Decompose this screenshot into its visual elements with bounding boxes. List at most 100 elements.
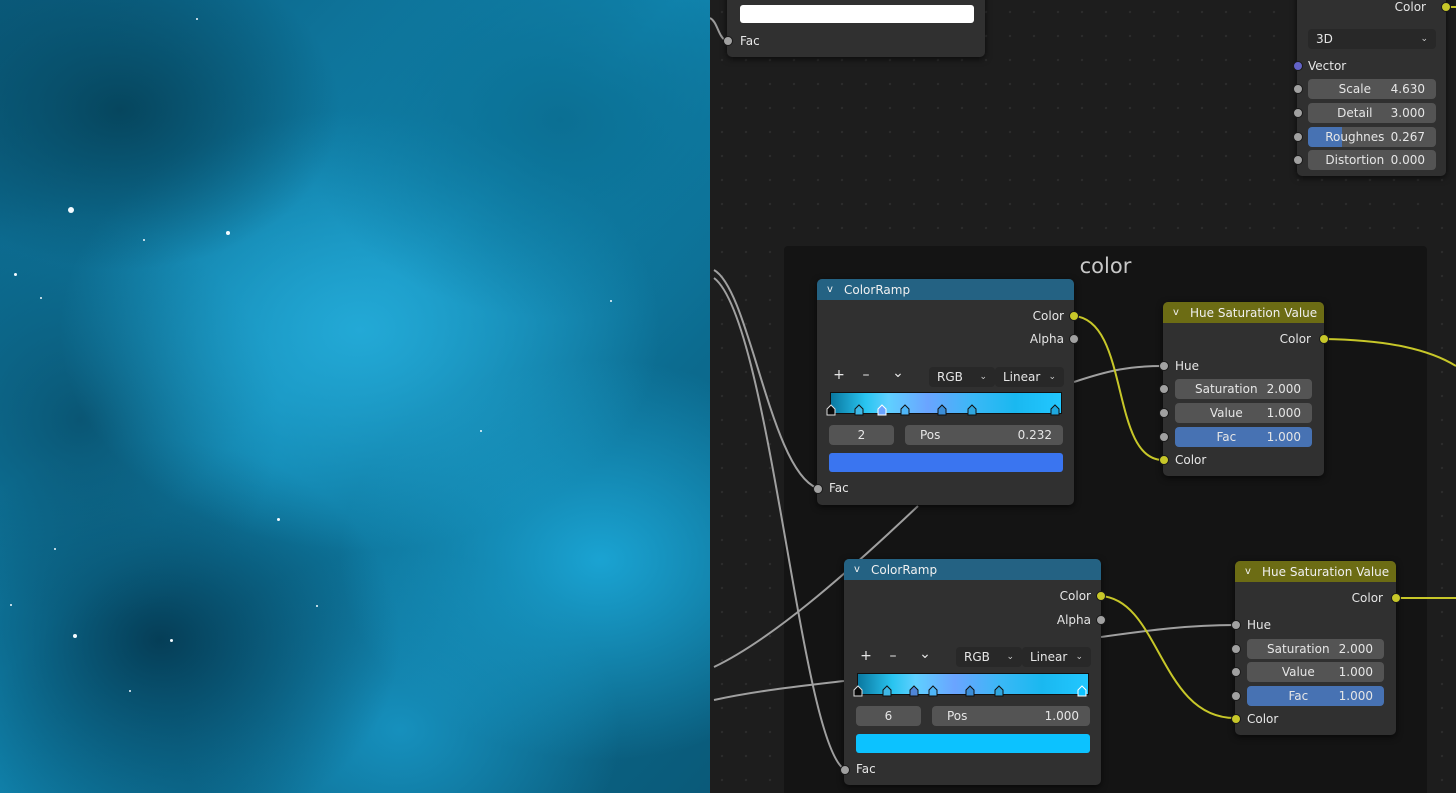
color-mode-dropdown[interactable]: RGB ⌄ <box>956 647 1022 667</box>
socket-alpha-output[interactable] <box>1069 334 1079 344</box>
socket-fac[interactable] <box>1231 691 1241 701</box>
render-viewport[interactable] <box>0 0 710 793</box>
output-color-label: Color <box>1279 332 1311 346</box>
node-colorramp-1[interactable]: v ColorRamp Color Alpha + – ⌄ RGB ⌄ Line… <box>813 279 1079 505</box>
color-ramp-bar[interactable] <box>826 392 1062 416</box>
node-header[interactable]: v Hue Saturation Value <box>1235 561 1396 582</box>
node-noise-texture[interactable]: Color 3D ⌄ Vector Scale 4.630 Detail 3.0… <box>1293 0 1451 176</box>
socket-distortion[interactable] <box>1293 155 1303 165</box>
collapse-chevron-icon[interactable]: v <box>1173 307 1184 318</box>
socket-roughness[interactable] <box>1293 132 1303 142</box>
node-header[interactable]: v ColorRamp <box>844 559 1101 580</box>
socket-hue[interactable] <box>1159 361 1169 371</box>
node-hsv-2[interactable]: v Hue Saturation Value Color Hue Saturat… <box>1231 561 1401 735</box>
value-value: 1.000 <box>1266 406 1301 420</box>
color-ramp-bar[interactable] <box>853 673 1089 697</box>
socket-fac-input[interactable] <box>813 484 823 494</box>
ramp-stop-active[interactable] <box>877 404 887 416</box>
socket-vector[interactable] <box>1293 61 1303 71</box>
ramp-stop[interactable] <box>994 685 1004 697</box>
ramp-stop[interactable] <box>909 685 919 697</box>
link-ramp2-color-hsv2 <box>1100 595 1236 719</box>
value-field[interactable]: Value 1.000 <box>1247 662 1384 682</box>
socket-color-input[interactable] <box>1159 455 1169 465</box>
collapse-chevron-icon[interactable]: v <box>1245 566 1256 577</box>
node-header[interactable]: v ColorRamp <box>817 279 1074 300</box>
node-colorramp-2[interactable]: v ColorRamp Color Alpha + – ⌄ RGB ⌄ Line… <box>840 559 1106 785</box>
color-swatch-white[interactable] <box>740 5 974 23</box>
collapse-chevron-icon[interactable]: v <box>827 284 838 295</box>
node-header[interactable]: v Hue Saturation Value <box>1163 302 1324 323</box>
link-to-ramp1-fac <box>713 269 818 489</box>
socket-hue[interactable] <box>1231 620 1241 630</box>
link-ramp1-color-hsv1 <box>1073 315 1164 461</box>
socket-alpha-output[interactable] <box>1096 615 1106 625</box>
color-mode-value: RGB <box>964 650 990 664</box>
socket-color-output[interactable] <box>1069 311 1079 321</box>
socket-value[interactable] <box>1159 408 1169 418</box>
node-title: Hue Saturation Value <box>1190 305 1318 320</box>
interpolation-dropdown[interactable]: Linear ⌄ <box>995 367 1064 387</box>
color-mode-value: RGB <box>937 370 963 384</box>
ramp-stop[interactable] <box>882 685 892 697</box>
stop-position-field[interactable]: Pos 0.232 <box>905 425 1063 445</box>
add-stop-button[interactable]: + <box>830 367 848 383</box>
dimension-dropdown[interactable]: 3D ⌄ <box>1308 29 1436 49</box>
stop-color-swatch[interactable] <box>829 453 1063 472</box>
node-editor[interactable]: color Fac Color 3D ⌄ Vector Scale 4.630 … <box>710 0 1456 793</box>
socket-saturation[interactable] <box>1231 644 1241 654</box>
fac-label: Fac <box>1216 430 1237 444</box>
socket-color-output[interactable] <box>1441 2 1451 12</box>
socket-fac-input[interactable] <box>840 765 850 775</box>
interpolation-value: Linear <box>1030 650 1068 664</box>
saturation-field[interactable]: Saturation 2.000 <box>1175 379 1312 399</box>
socket-fac[interactable] <box>723 36 733 46</box>
fac-field[interactable]: Fac 1.000 <box>1175 427 1312 447</box>
socket-color-output[interactable] <box>1319 334 1329 344</box>
ramp-stop[interactable] <box>900 404 910 416</box>
stop-index-field[interactable]: 6 <box>856 706 921 726</box>
ramp-stop[interactable] <box>967 404 977 416</box>
fac-field[interactable]: Fac 1.000 <box>1247 686 1384 706</box>
socket-detail[interactable] <box>1293 108 1303 118</box>
add-stop-button[interactable]: + <box>857 648 875 664</box>
distortion-field[interactable]: Distortion 0.000 <box>1308 150 1436 170</box>
collapse-chevron-icon[interactable]: v <box>854 564 865 575</box>
ramp-menu-button[interactable]: ⌄ <box>889 365 907 381</box>
socket-saturation[interactable] <box>1159 384 1169 394</box>
detail-field[interactable]: Detail 3.000 <box>1308 103 1436 123</box>
ramp-stop[interactable] <box>826 404 836 416</box>
interpolation-dropdown[interactable]: Linear ⌄ <box>1022 647 1091 667</box>
stop-color-swatch[interactable] <box>856 734 1090 753</box>
value-label: Value <box>1281 665 1315 679</box>
socket-scale[interactable] <box>1293 84 1303 94</box>
node-top-partial[interactable]: Fac <box>723 0 985 57</box>
socket-color-output[interactable] <box>1391 593 1401 603</box>
ramp-stop[interactable] <box>928 685 938 697</box>
fac-label: Fac <box>740 34 760 48</box>
remove-stop-button[interactable]: – <box>884 648 902 664</box>
scale-field[interactable]: Scale 4.630 <box>1308 79 1436 99</box>
output-alpha-label: Alpha <box>1056 613 1091 627</box>
value-field[interactable]: Value 1.000 <box>1175 403 1312 423</box>
stop-index-field[interactable]: 2 <box>829 425 894 445</box>
ramp-stop[interactable] <box>937 404 947 416</box>
ramp-stop[interactable] <box>1050 404 1060 416</box>
saturation-label: Saturation <box>1267 642 1330 656</box>
roughness-field[interactable]: Roughnes 0.267 <box>1308 127 1436 147</box>
remove-stop-button[interactable]: – <box>857 367 875 383</box>
socket-value[interactable] <box>1231 667 1241 677</box>
ramp-stop[interactable] <box>853 685 863 697</box>
ramp-stop[interactable] <box>965 685 975 697</box>
stop-position-field[interactable]: Pos 1.000 <box>932 706 1090 726</box>
socket-color-output[interactable] <box>1096 591 1106 601</box>
chevron-down-icon: ⌄ <box>1048 372 1056 382</box>
ramp-stop[interactable] <box>854 404 864 416</box>
node-hsv-1[interactable]: v Hue Saturation Value Color Hue Saturat… <box>1159 302 1329 476</box>
saturation-field[interactable]: Saturation 2.000 <box>1247 639 1384 659</box>
socket-color-input[interactable] <box>1231 714 1241 724</box>
ramp-stop-active[interactable] <box>1077 685 1087 697</box>
ramp-menu-button[interactable]: ⌄ <box>916 646 934 662</box>
color-mode-dropdown[interactable]: RGB ⌄ <box>929 367 995 387</box>
socket-fac[interactable] <box>1159 432 1169 442</box>
